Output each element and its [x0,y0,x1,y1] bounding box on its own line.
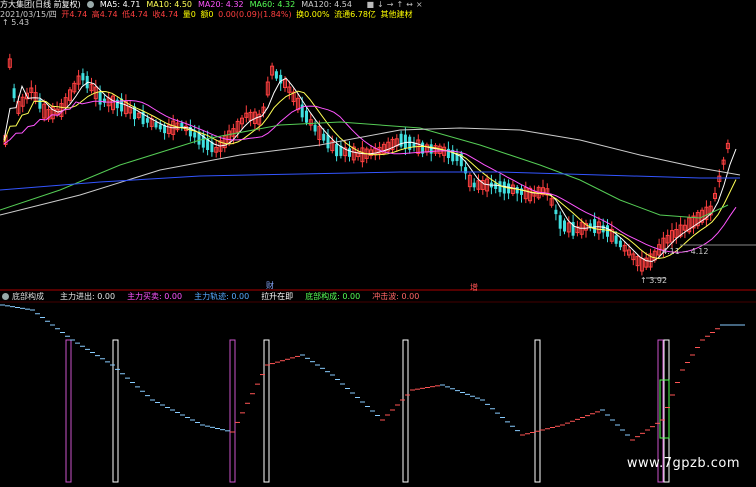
ma20-line [3,99,737,253]
candle-body [606,225,609,237]
candle-body [193,132,197,138]
stock-title: 方大集团(日线 前复权) [0,0,81,9]
amount-label: 额0 [200,10,214,19]
candle-body [446,148,450,159]
kline-chart[interactable] [0,0,756,487]
toolbar-icon[interactable]: × [416,0,423,9]
indicator-legend-item: 拉升在即 [261,292,294,301]
candle-body [614,235,618,244]
ma-legend-item: MA5: 4.71 [99,0,141,9]
indicator-steps [0,304,745,441]
candle-body [158,124,162,130]
toolbar-icon[interactable]: ■ [366,0,374,9]
header-row: 方大集团(日线 前复权) MA5: 4.71 MA10: 4.50 MA20: 4.… [0,0,432,10]
volume-label: 量0 [182,10,196,19]
indicator-legend-item: 主力轨迹: 0.00 [194,292,250,301]
candle-body [515,187,519,194]
ma10-line [3,90,737,260]
candle-body [98,91,102,105]
candle-body [563,220,566,232]
candle-body [472,182,476,188]
indicator-bar [112,339,119,483]
candle-body [305,110,308,123]
high-label: 高4.74 [91,10,118,19]
indicator-bars [65,339,670,483]
candle-body [593,219,597,233]
indicator-settings-icon[interactable] [2,293,9,300]
candle-body [601,225,605,233]
toolbar-icon[interactable]: ↔ [406,0,413,9]
candle-body [81,73,85,81]
event-marker-finance[interactable]: 财 [266,281,274,291]
indicator-bar [263,339,270,483]
turnover-label: 换0.00% [296,10,330,19]
indicator-legend: 主力进出: 0.00 主力买卖: 0.00 主力轨迹: 0.00 拉升在即 底部构成: … [60,292,431,301]
indicator-legend-item: 主力进出: 0.00 [60,292,116,301]
candle-body [498,181,502,193]
ma-legend-item: MA60: 4.32 [249,0,296,9]
indicator-bar [65,339,72,483]
low-label: 低4.74 [122,10,148,19]
ma-legend-item: MA120: 4.54 [301,0,352,9]
candlesticks [3,53,730,276]
close-label: 收4.74 [152,10,179,19]
price-high-label: ↑ 5.43 [2,18,30,27]
candle-body [313,124,317,132]
open-label: 开4.74 [61,10,88,19]
indicator-name: 底部构成 [12,292,44,301]
candle-body [348,148,351,157]
toolbar-icon[interactable]: ↓ [377,0,384,9]
concept-label: 其他建材 [380,10,413,19]
candle-body [618,240,622,248]
indicator-legend-item: 主力买卖: 0.00 [127,292,183,301]
indicator-bar [229,339,236,483]
candle-body [274,71,278,79]
indicator-legend-item: 底部构成: 0.00 [305,292,361,301]
info-row: 2021/03/15/四 开4.74 高4.74 低4.74 收4.74 量0 … [0,10,418,20]
recent-high-label: 4.11 -- 4.12 [662,247,709,256]
indicator-bar [402,339,409,483]
ma-legend: MA5: 4.71 MA10: 4.50 MA20: 4.32 MA60: 4.32 M… [100,0,358,9]
candle-body [399,133,403,147]
candle-body [558,215,562,229]
candle-body [554,209,558,215]
ma-legend-item: MA10: 4.50 [146,0,193,9]
indicator-legend-item: 冲击波: 0.00 [372,292,420,301]
float-label: 流通6.78亿 [334,10,376,19]
toolbar-icons[interactable]: ■ ↓ → ↑ ↔ × [366,0,425,9]
price-low-label: ↑ 3.92 [640,276,668,285]
ma-blue-line [0,171,740,191]
ma120-line [0,127,741,216]
candle-body [12,88,16,99]
candle-body [154,122,158,128]
change-label: 0.00(0.09)(1.84%) [218,10,292,19]
toolbar-icon[interactable]: → [387,0,394,9]
event-marker-increase[interactable]: 增 [470,283,478,293]
candle-body [145,118,149,123]
ma-legend-item: MA20: 4.32 [198,0,244,9]
candle-body [429,144,433,154]
indicator-bar [534,339,541,483]
candle-body [38,99,42,109]
candle-body [335,143,339,157]
candle-body [326,134,330,149]
candle-body [322,133,326,141]
ma5-line [3,77,737,263]
candle-body [403,134,407,149]
settings-icon[interactable] [87,1,95,8]
watermark: www.7gpzb.com [626,456,740,471]
toolbar-icon[interactable]: ↑ [396,0,403,9]
indicator-header: 底部构成 主力进出: 0.00 主力买卖: 0.00 主力轨迹: 0.00 拉升在即 底部… [0,292,437,302]
